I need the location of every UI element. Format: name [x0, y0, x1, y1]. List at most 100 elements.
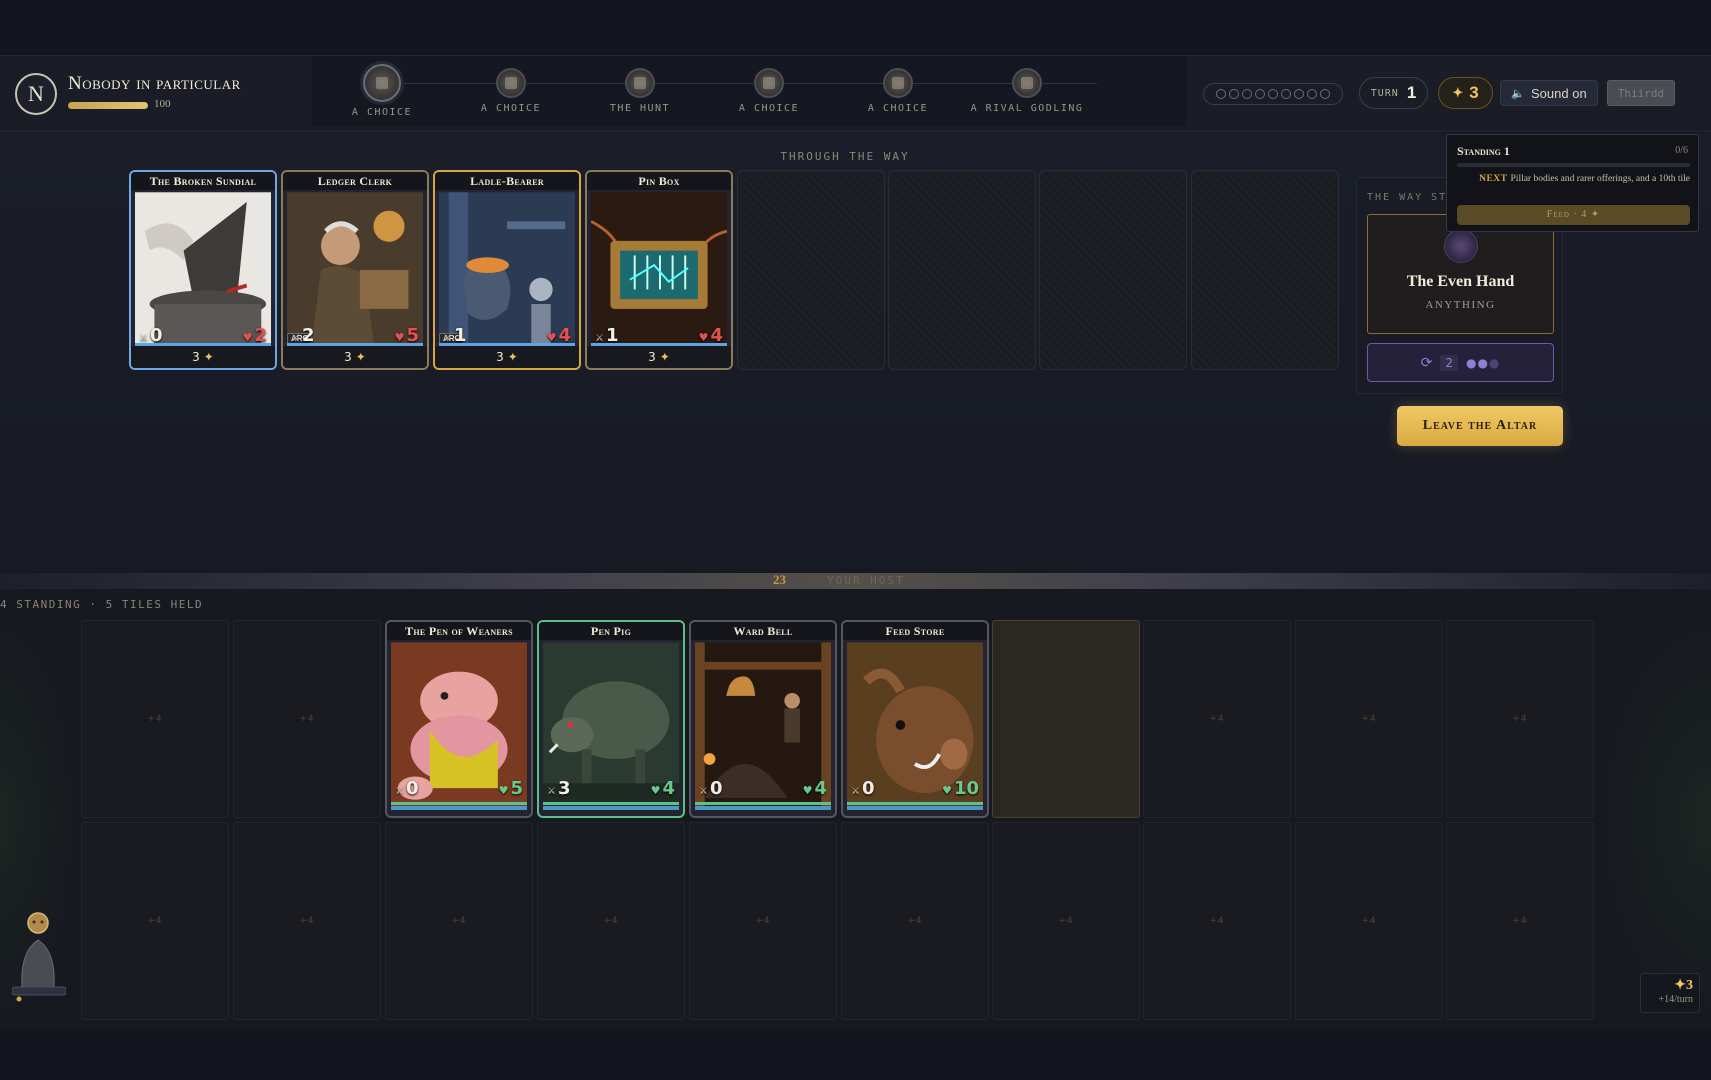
heart-icon: ♥ [650, 784, 661, 797]
altar-empty-slot[interactable] [737, 170, 885, 370]
book-icon [496, 68, 526, 98]
host-tile[interactable]: +4 [992, 822, 1140, 1020]
path-node[interactable]: A CHOICE [312, 56, 452, 118]
leave-altar-button[interactable]: Leave the Altar [1397, 406, 1563, 446]
attack-value: ⚔ 0 [699, 778, 723, 799]
turn-counter: TURN 1 [1359, 77, 1428, 109]
god-card[interactable]: The Even Hand ANYTHING [1367, 214, 1554, 334]
card-title: Pen Pig [539, 622, 683, 640]
tile-mark: +4 [907, 916, 923, 926]
host-tile[interactable]: +4 [841, 822, 989, 1020]
host-tile[interactable]: +4 [81, 822, 229, 1020]
card-bar [287, 343, 423, 346]
host-tile[interactable]: +4 [1143, 620, 1291, 818]
altar-card[interactable]: Pin Box ⚔ 1 ♥ 4 3 ✦ [585, 170, 733, 370]
resource-value: ✦3 [1674, 978, 1693, 993]
card-title: The Broken Sundial [131, 172, 275, 190]
host-card[interactable]: The Pen of Weaners ⚔ 0 ♥ 5 [385, 620, 533, 818]
card-bar [391, 806, 527, 810]
path-track: A CHOICE A CHOICE THE HUNT A CHOICE A CHOICE… [312, 56, 1187, 126]
altar-card[interactable]: Ledger Clerk ARC ⚔ 2 ♥ 5 3 ✦ [281, 170, 429, 370]
reroll-button[interactable]: ⟳ 2 ●●● [1367, 343, 1554, 382]
card-bar [591, 343, 727, 346]
heart-icon: ♥ [498, 784, 509, 797]
tile-mark: +4 [1512, 714, 1528, 724]
resource-rate: +14/turn [1658, 994, 1693, 1005]
path-node[interactable]: A CHOICE [699, 56, 839, 114]
altar-empty-slot[interactable] [1039, 170, 1187, 370]
tile-mark: +4 [147, 916, 163, 926]
altar-empty-slot[interactable] [888, 170, 1036, 370]
tooltip-title: Standing 1 [1457, 144, 1510, 158]
card-bar [543, 802, 679, 805]
card-cost: 3 ✦ [131, 346, 275, 368]
card-title: Pin Box [587, 172, 731, 190]
resource-box: ✦3 +14/turn [1640, 973, 1700, 1013]
heart-icon: ♥ [942, 784, 952, 797]
book-icon [363, 64, 401, 102]
host-tile[interactable]: +4 [1295, 620, 1443, 818]
sound-label: Sound on [1531, 85, 1587, 101]
card-bar [695, 806, 831, 810]
host-count: 23 [773, 572, 786, 587]
altar-card[interactable]: Ladle-Bearer ARC ⚔ 1 ♥ 4 3 ✦ [433, 170, 581, 370]
host-tile[interactable]: +4 [1295, 822, 1443, 1020]
pip-icon [1255, 89, 1265, 99]
card-bar [695, 802, 831, 805]
tile-mark: +4 [147, 714, 163, 724]
card-cost: 3 ✦ [435, 346, 579, 368]
third-button[interactable]: Thiirdd [1607, 80, 1675, 106]
path-node[interactable]: THE HUNT [570, 56, 710, 114]
card-bar [439, 343, 575, 346]
speaker-icon: 🔈 [1511, 87, 1526, 100]
pip-icon [1320, 89, 1330, 99]
card-title: Ward Bell [691, 622, 835, 640]
star-icon: ✦ [203, 350, 214, 364]
tile-mark: +4 [451, 916, 467, 926]
card-bar [543, 806, 679, 810]
host-tile[interactable]: +4 [1446, 822, 1594, 1020]
pip-icon [1281, 89, 1291, 99]
altar-card[interactable]: The Broken Sundial ⚔ 0 ♥ 2 3 ✦ [129, 170, 277, 370]
path-node[interactable]: A CHOICE [828, 56, 968, 114]
progress-pips [1203, 83, 1343, 105]
pip-icon [1307, 89, 1317, 99]
standing-tooltip: Standing 1 0/6 NEXT Pillar bodies and rar… [1446, 134, 1699, 232]
host-tile[interactable]: +4 [689, 822, 837, 1020]
path-node-label: A CHOICE [867, 103, 929, 114]
host-card[interactable]: Feed Store ⚔ 0 ♥ 10 [841, 620, 989, 818]
feed-button[interactable]: Feed · 4 ✦ [1457, 205, 1690, 225]
path-node[interactable]: A RIVAL GODLING [957, 56, 1097, 114]
health-value: ♥ 4 [802, 778, 827, 799]
star-icon: ✦ [1452, 85, 1464, 100]
host-card[interactable]: Ward Bell ⚔ 0 ♥ 4 [689, 620, 837, 818]
player-hp-text: 100 [154, 98, 171, 110]
host-tile[interactable]: +4 [1143, 822, 1291, 1020]
path-node-label: THE HUNT [609, 103, 671, 114]
book-icon [883, 68, 913, 98]
player-hp-bar [68, 102, 148, 109]
favor-value: 3 [1469, 83, 1479, 102]
god-subtitle: ANYTHING [1425, 299, 1496, 311]
path-node[interactable]: A CHOICE [441, 56, 581, 114]
attack-value: ⚔ 0 [851, 778, 875, 799]
card-bar [847, 802, 983, 805]
altar-empty-slot[interactable] [1191, 170, 1339, 370]
tooltip-next-text: NEXT Pillar bodies and rarer offerings, a… [1479, 174, 1690, 184]
host-tile[interactable]: +4 [1446, 620, 1594, 818]
card-bar [847, 806, 983, 810]
host-tile[interactable] [992, 620, 1140, 818]
host-tile[interactable]: +4 [233, 822, 381, 1020]
sound-toggle-button[interactable]: 🔈 Sound on [1500, 80, 1598, 106]
way-label: THE WAY ST [1367, 192, 1448, 203]
host-card[interactable]: Pen Pig ⚔ 3 ♥ 4 [537, 620, 685, 818]
top-bar: N Nobody in particular 100 A CHOICE A CHO… [0, 55, 1711, 132]
pawn-icon[interactable] [12, 912, 66, 1002]
host-tile[interactable]: +4 [385, 822, 533, 1020]
sword-icon: ⚔ [547, 786, 556, 797]
tile-mark: +4 [299, 916, 315, 926]
host-tile[interactable]: +4 [233, 620, 381, 818]
host-tile[interactable]: +4 [537, 822, 685, 1020]
heart-icon: ♥ [802, 784, 813, 797]
host-tile[interactable]: +4 [81, 620, 229, 818]
